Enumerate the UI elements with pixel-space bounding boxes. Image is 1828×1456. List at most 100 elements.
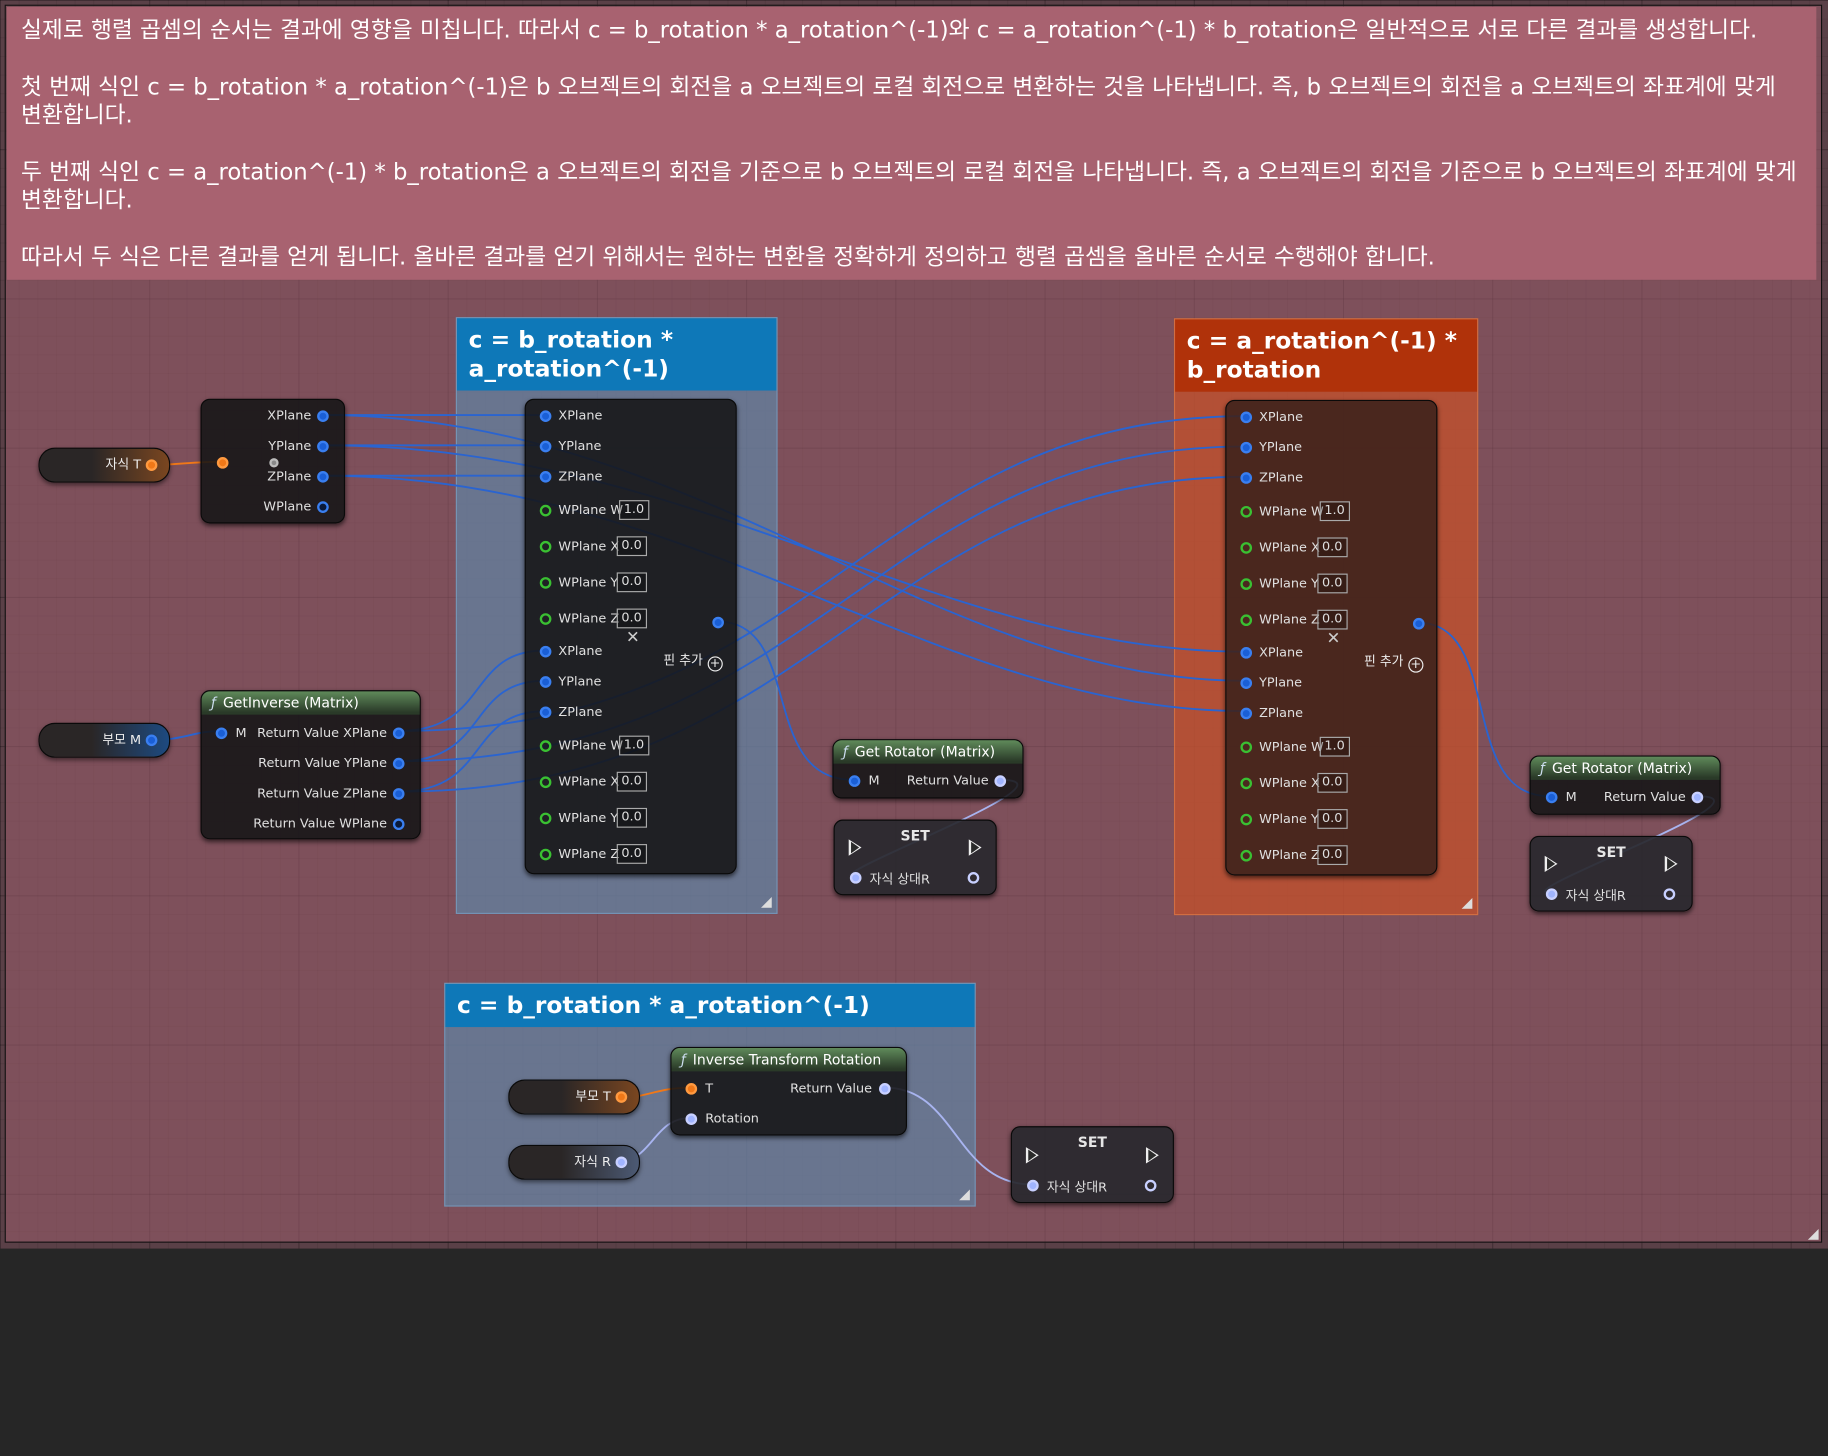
output-pin[interactable] — [879, 1083, 891, 1095]
var-child-t[interactable]: 자식 T — [38, 447, 171, 483]
input-pin[interactable] — [1240, 472, 1253, 484]
output-pin[interactable] — [317, 410, 329, 423]
input-pin[interactable] — [539, 776, 552, 789]
input-pin[interactable] — [848, 775, 861, 787]
inverse-transform-rotation-node[interactable]: ƒ Inverse Transform Rotation T Rotation R… — [670, 1046, 907, 1136]
break-matrix-node[interactable]: XPlane YPlane ZPlane WPlane — [200, 398, 346, 524]
set-node-left[interactable]: SET 자식 상대R — [833, 819, 997, 896]
input-pin[interactable] — [1240, 677, 1253, 689]
value-field[interactable]: 1.0 — [619, 500, 649, 520]
input-pin[interactable] — [539, 613, 552, 625]
blueprint-graph-canvas[interactable]: 실제로 행렬 곱셈의 순서는 결과에 영향을 미칩니다. 따라서 c = b_r… — [0, 0, 1828, 1249]
exec-pin-icon[interactable] — [1664, 855, 1678, 873]
input-pin[interactable] — [539, 848, 552, 861]
input-pin[interactable] — [1240, 707, 1253, 720]
output-pin[interactable] — [317, 501, 329, 513]
resize-icon[interactable]: ◢ — [959, 1186, 970, 1202]
input-pin[interactable] — [539, 577, 552, 589]
resize-icon[interactable]: ◢ — [761, 893, 772, 909]
set-node-right[interactable]: SET 자식 상대R — [1529, 835, 1693, 912]
resize-icon[interactable]: ◢ — [1462, 894, 1473, 910]
input-pin[interactable] — [539, 706, 552, 719]
input-pin[interactable] — [1545, 888, 1558, 900]
output-pin[interactable] — [317, 440, 329, 453]
input-pin[interactable] — [1240, 614, 1253, 627]
exec-pin-icon[interactable] — [1145, 1147, 1159, 1164]
input-pin[interactable] — [1240, 441, 1253, 454]
input-pin[interactable] — [1240, 505, 1253, 518]
output-pin[interactable] — [1663, 888, 1676, 900]
input-pin[interactable] — [1240, 777, 1253, 790]
value-field[interactable]: 0.0 — [616, 608, 647, 629]
output-pin[interactable] — [145, 459, 158, 471]
input-pin[interactable] — [539, 676, 552, 688]
exec-pin-icon[interactable] — [1544, 855, 1558, 873]
value-field[interactable]: 0.0 — [616, 572, 647, 593]
input-pin[interactable] — [539, 740, 552, 752]
input-pin[interactable] — [1027, 1179, 1039, 1192]
output-pin[interactable] — [712, 616, 724, 629]
output-pin[interactable] — [145, 734, 158, 747]
output-pin[interactable] — [967, 872, 980, 884]
input-pin[interactable] — [685, 1113, 698, 1125]
output-pin[interactable] — [392, 757, 405, 770]
value-field[interactable]: 0.0 — [1317, 809, 1348, 829]
output-pin[interactable] — [392, 788, 405, 800]
make-matrix-node-left[interactable]: XPlane YPlane ZPlane WPlane W 1.0 WPlane… — [524, 398, 737, 875]
value-field[interactable]: 0.0 — [1317, 845, 1348, 866]
get-rotator-node-right[interactable]: ƒ Get Rotator (Matrix) M Return Value — [1529, 755, 1721, 815]
value-field[interactable]: 0.0 — [1317, 537, 1348, 558]
input-pin[interactable] — [539, 645, 552, 658]
var-child-r[interactable]: 자식 R — [508, 1144, 641, 1180]
value-field[interactable]: 0.0 — [616, 807, 647, 828]
value-field[interactable]: 1.0 — [619, 735, 649, 756]
make-matrix-node-right[interactable]: XPlane YPlane ZPlane WPlane W 1.0 WPlane… — [1225, 399, 1438, 876]
get-rotator-node-left[interactable]: ƒ Get Rotator (Matrix) M Return Value — [832, 739, 1024, 799]
output-pin[interactable] — [615, 1156, 628, 1169]
exec-pin-icon[interactable] — [848, 839, 862, 856]
input-pin[interactable] — [539, 440, 552, 453]
remove-pin-icon[interactable]: ✕ — [626, 628, 640, 647]
input-pin[interactable] — [539, 470, 552, 483]
input-pin[interactable] — [539, 812, 552, 825]
input-pin[interactable] — [1240, 542, 1253, 554]
set-node-bottom[interactable]: SET 자식 상대R — [1010, 1126, 1174, 1204]
input-pin[interactable] — [1240, 849, 1253, 862]
var-parent-t[interactable]: 부모 T — [508, 1079, 641, 1115]
exec-pin-icon[interactable] — [968, 839, 982, 856]
output-pin[interactable] — [392, 727, 405, 740]
output-pin[interactable] — [994, 775, 1007, 787]
input-pin[interactable] — [1240, 741, 1253, 754]
input-pin[interactable] — [1240, 411, 1253, 424]
input-pin[interactable] — [1240, 813, 1253, 826]
var-parent-m[interactable]: 부모 M — [38, 722, 171, 758]
value-field[interactable]: 1.0 — [1319, 736, 1350, 757]
value-field[interactable]: 1.0 — [1319, 501, 1350, 522]
output-pin[interactable] — [392, 818, 405, 831]
value-field[interactable]: 0.0 — [1317, 772, 1348, 793]
remove-pin-icon[interactable]: ✕ — [1327, 630, 1341, 649]
value-field[interactable]: 0.0 — [1317, 573, 1348, 594]
output-pin[interactable] — [1144, 1179, 1157, 1192]
output-pin[interactable] — [1691, 791, 1704, 804]
input-pin[interactable] — [1240, 647, 1253, 659]
output-pin[interactable] — [1412, 617, 1425, 630]
resize-icon[interactable]: ◢ — [1808, 1225, 1819, 1241]
input-pin[interactable] — [539, 410, 552, 423]
output-pin[interactable] — [317, 470, 329, 483]
output-pin[interactable] — [615, 1091, 628, 1103]
input-pin[interactable] — [539, 540, 552, 553]
value-field[interactable]: 0.0 — [616, 844, 647, 864]
value-field[interactable]: 0.0 — [1317, 609, 1348, 630]
add-pin-button[interactable]: 핀 추가 + — [1364, 652, 1424, 673]
get-inverse-node[interactable]: ƒ GetInverse (Matrix) M Return Value XPla… — [200, 690, 421, 840]
input-pin[interactable] — [1545, 791, 1558, 804]
value-field[interactable]: 0.0 — [616, 771, 647, 792]
value-field[interactable]: 0.0 — [616, 536, 647, 557]
comment-header[interactable]: 실제로 행렬 곱셈의 순서는 결과에 영향을 미칩니다. 따라서 c = b_r… — [6, 6, 1817, 280]
input-pin[interactable] — [685, 1083, 698, 1095]
add-pin-button[interactable]: 핀 추가 + — [663, 651, 723, 672]
input-pin[interactable] — [215, 727, 228, 740]
input-pin[interactable] — [1240, 578, 1253, 590]
input-pin[interactable] — [849, 872, 862, 884]
